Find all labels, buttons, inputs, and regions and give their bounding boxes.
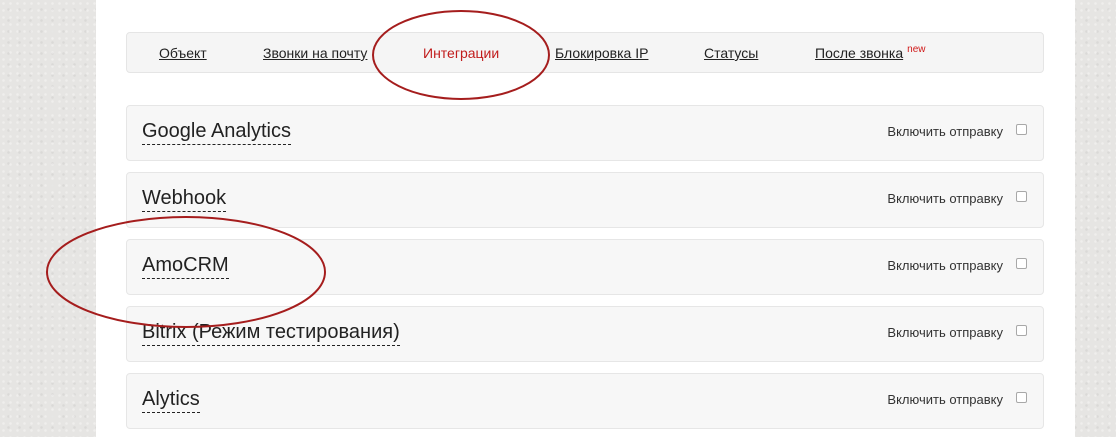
- tab-statuses[interactable]: Статусы: [704, 45, 758, 61]
- integration-name[interactable]: Alytics: [142, 388, 200, 413]
- tab-after-call-label: После звонка: [815, 45, 904, 61]
- integration-card-google-analytics: Google Analytics Включить отправку: [126, 105, 1044, 161]
- tab-integrations[interactable]: Интеграции: [423, 45, 499, 61]
- new-badge: new: [907, 44, 926, 55]
- integration-card-alytics: Alytics Включить отправку: [126, 373, 1044, 429]
- enable-sending-checkbox[interactable]: [1016, 124, 1027, 135]
- tab-bar: Объект Звонки на почту Интеграции Блокир…: [126, 32, 1044, 73]
- enable-sending-label: Включить отправку: [887, 392, 1003, 407]
- integration-name[interactable]: Google Analytics: [142, 120, 291, 145]
- tab-object[interactable]: Объект: [159, 45, 207, 61]
- enable-sending-label: Включить отправку: [887, 191, 1003, 206]
- enable-sending-label: Включить отправку: [887, 124, 1003, 139]
- tab-after-call[interactable]: После звонка new: [815, 44, 926, 62]
- enable-sending-label: Включить отправку: [887, 258, 1003, 273]
- integration-name[interactable]: AmoCRM: [142, 254, 229, 279]
- integration-card-amocrm: AmoCRM Включить отправку: [126, 239, 1044, 295]
- tab-ip-blocking[interactable]: Блокировка IP: [555, 45, 648, 61]
- integration-name[interactable]: Bitrix (Режим тестирования): [142, 321, 400, 346]
- enable-sending-checkbox[interactable]: [1016, 258, 1027, 269]
- enable-sending-label: Включить отправку: [887, 325, 1003, 340]
- integration-card-webhook: Webhook Включить отправку: [126, 172, 1044, 228]
- enable-sending-checkbox[interactable]: [1016, 392, 1027, 403]
- tab-calls-to-email[interactable]: Звонки на почту: [263, 45, 367, 61]
- enable-sending-checkbox[interactable]: [1016, 325, 1027, 336]
- settings-panel: Объект Звонки на почту Интеграции Блокир…: [96, 0, 1075, 437]
- integration-name[interactable]: Webhook: [142, 187, 227, 212]
- integration-card-bitrix: Bitrix (Режим тестирования) Включить отп…: [126, 306, 1044, 362]
- enable-sending-checkbox[interactable]: [1016, 191, 1027, 202]
